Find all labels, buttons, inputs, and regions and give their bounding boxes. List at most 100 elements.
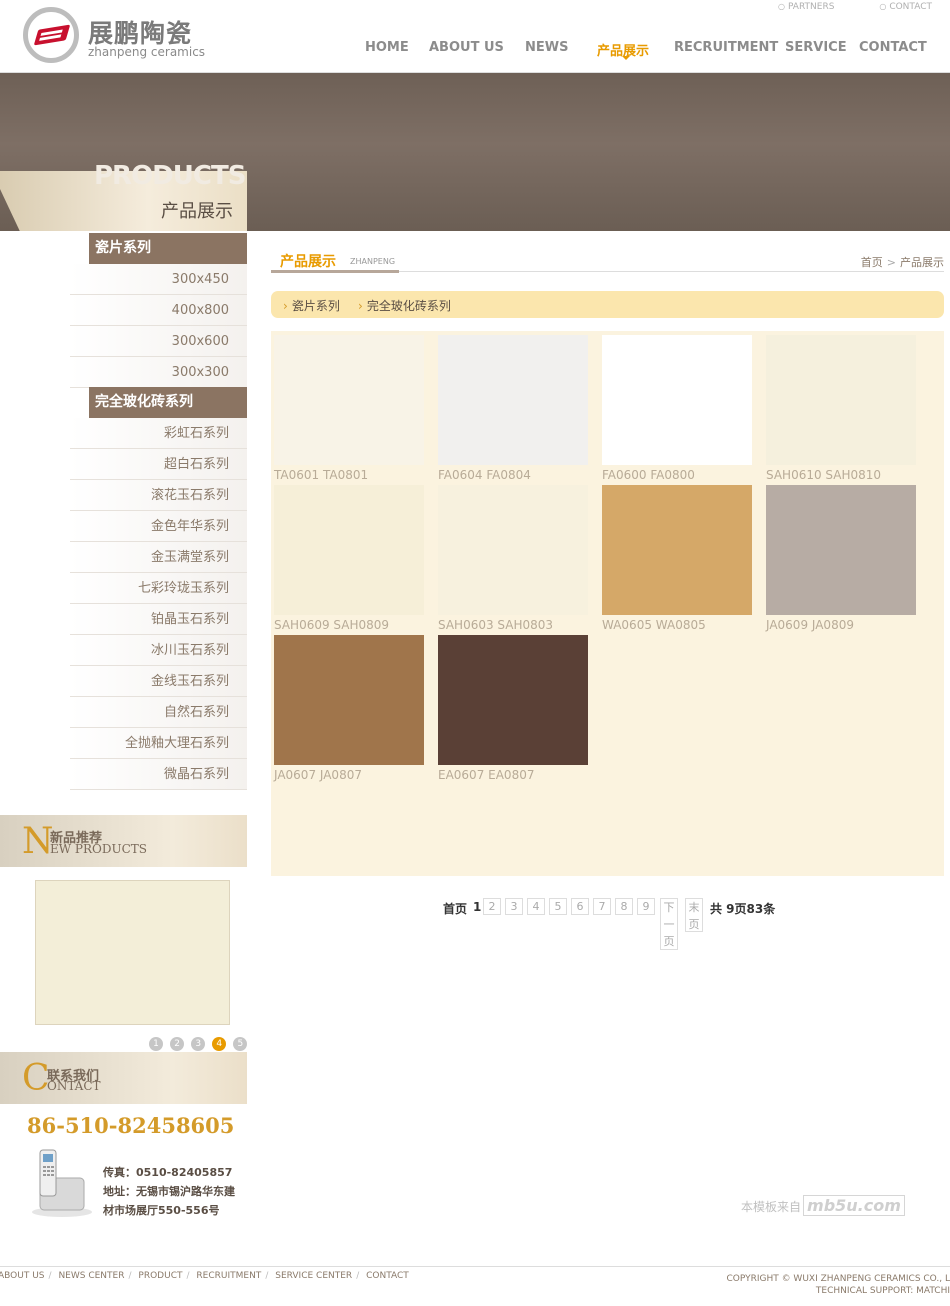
footer-link-service[interactable]: SERVICE CENTER bbox=[275, 1271, 352, 1281]
pager-first[interactable]: 首页 bbox=[443, 900, 467, 917]
pager-last[interactable]: 末页 bbox=[685, 898, 703, 932]
sidebar-item[interactable]: 微晶石系列 bbox=[70, 759, 247, 790]
section-title: 产品展示 ZHANPENG 首页 > 产品展示 bbox=[271, 246, 944, 273]
product-image[interactable] bbox=[274, 635, 424, 765]
new-product-image[interactable] bbox=[35, 880, 230, 1025]
footer-link-product[interactable]: PRODUCT bbox=[138, 1271, 182, 1281]
sidebar-item[interactable]: 300x450 bbox=[70, 264, 247, 295]
nav-contact[interactable]: CONTACT bbox=[859, 40, 927, 55]
sidebar-item[interactable]: 金线玉石系列 bbox=[70, 666, 247, 697]
slider-dot[interactable]: 2 bbox=[170, 1037, 185, 1051]
product-image[interactable] bbox=[274, 485, 424, 615]
sidebar-item[interactable]: 金玉满堂系列 bbox=[70, 542, 247, 573]
partners-link[interactable]: PARTNERS bbox=[778, 2, 834, 12]
contact-top-link[interactable]: CONTACT bbox=[879, 2, 932, 12]
product-image[interactable] bbox=[602, 335, 752, 465]
pager-page[interactable]: 4 bbox=[527, 898, 545, 915]
product-name[interactable]: JA0607 JA0807 bbox=[274, 768, 424, 782]
pager-page[interactable]: 5 bbox=[549, 898, 567, 915]
banner-title-en: PRODUCTS bbox=[94, 161, 246, 191]
product-name[interactable]: WA0605 WA0805 bbox=[602, 618, 752, 632]
product-card[interactable]: SAH0610 SAH0810 bbox=[766, 335, 916, 482]
telephone-icon bbox=[32, 1149, 92, 1217]
contact-letter: C bbox=[22, 1058, 50, 1099]
sidebar-item[interactable]: 自然石系列 bbox=[70, 697, 247, 728]
slider-dot[interactable]: 5 bbox=[233, 1037, 248, 1051]
section-title-cn: 产品展示 bbox=[280, 254, 336, 270]
nav-about-us[interactable]: ABOUT US bbox=[429, 40, 504, 55]
sidebar-item[interactable]: 七彩玲珑玉系列 bbox=[70, 573, 247, 604]
pager-page[interactable]: 3 bbox=[505, 898, 523, 915]
copyright: COPYRIGHT © WUXI ZHANPENG CERAMICS CO., … bbox=[726, 1273, 950, 1297]
banner-title-cn: 产品展示 bbox=[161, 201, 233, 222]
slider-dot-active[interactable]: 4 bbox=[212, 1037, 227, 1051]
new-products-letter: N bbox=[22, 821, 54, 862]
product-name[interactable]: SAH0610 SAH0810 bbox=[766, 468, 916, 482]
pager-total: 共 9页83条 bbox=[710, 902, 776, 916]
logo-icon[interactable] bbox=[23, 7, 79, 63]
sidebar-item[interactable]: 滚花玉石系列 bbox=[70, 480, 247, 511]
product-card[interactable]: TA0601 TA0801 bbox=[274, 335, 424, 482]
sidebar-item[interactable]: 400x800 bbox=[70, 295, 247, 326]
contact-title-en: ONTACT bbox=[47, 1079, 101, 1093]
product-image[interactable] bbox=[438, 635, 588, 765]
product-card[interactable]: JA0609 JA0809 bbox=[766, 485, 916, 632]
product-image[interactable] bbox=[274, 335, 424, 465]
logo-text-en[interactable]: zhanpeng ceramics bbox=[88, 45, 205, 59]
product-image[interactable] bbox=[766, 485, 916, 615]
sidebar-item[interactable]: 全抛釉大理石系列 bbox=[70, 728, 247, 759]
product-name[interactable]: EA0607 EA0807 bbox=[438, 768, 588, 782]
pager-page[interactable]: 6 bbox=[571, 898, 589, 915]
tab-vitrified[interactable]: 完全玻化砖系列 bbox=[358, 297, 451, 314]
product-card[interactable]: WA0605 WA0805 bbox=[602, 485, 752, 632]
slider-dot[interactable]: 1 bbox=[149, 1037, 163, 1051]
nav-service[interactable]: SERVICE bbox=[785, 40, 847, 55]
sidebar-category-vitrified[interactable]: 完全玻化砖系列 bbox=[89, 387, 247, 418]
product-name[interactable]: FA0604 FA0804 bbox=[438, 468, 588, 482]
product-name[interactable]: SAH0609 SAH0809 bbox=[274, 618, 424, 632]
product-card[interactable]: FA0604 FA0804 bbox=[438, 335, 588, 482]
product-name[interactable]: TA0601 TA0801 bbox=[274, 468, 424, 482]
footer-link-contact[interactable]: CONTACT bbox=[366, 1271, 409, 1281]
sidebar-item[interactable]: 300x300 bbox=[70, 357, 247, 388]
pager-page[interactable]: 7 bbox=[593, 898, 611, 915]
product-image[interactable] bbox=[766, 335, 916, 465]
sidebar-item[interactable]: 彩虹石系列 bbox=[70, 418, 247, 449]
product-card[interactable]: SAH0603 SAH0803 bbox=[438, 485, 588, 632]
product-image[interactable] bbox=[602, 485, 752, 615]
sidebar-item[interactable]: 300x600 bbox=[70, 326, 247, 357]
sidebar-item[interactable]: 超白石系列 bbox=[70, 449, 247, 480]
sidebar-item[interactable]: 金色年华系列 bbox=[70, 511, 247, 542]
nav-recruitment[interactable]: RECRUITMENT bbox=[674, 40, 778, 55]
tab-tiles[interactable]: 瓷片系列 bbox=[283, 297, 340, 314]
nav-products[interactable]: 产品展示 bbox=[597, 40, 649, 60]
footer-link-recruitment[interactable]: RECRUITMENT bbox=[196, 1271, 261, 1281]
pager-page[interactable]: 2 bbox=[483, 898, 501, 915]
product-card[interactable]: EA0607 EA0807 bbox=[438, 635, 588, 782]
breadcrumb-home[interactable]: 首页 bbox=[861, 256, 883, 269]
footer-link-news[interactable]: NEWS CENTER bbox=[58, 1271, 124, 1281]
product-card[interactable]: JA0607 JA0807 bbox=[274, 635, 424, 782]
breadcrumb-current: 产品展示 bbox=[900, 256, 944, 269]
pager-next[interactable]: 下一页 bbox=[660, 898, 678, 950]
nav-news[interactable]: NEWS bbox=[525, 40, 568, 55]
sidebar-category-tiles[interactable]: 瓷片系列 bbox=[89, 233, 247, 264]
product-name[interactable]: SAH0603 SAH0803 bbox=[438, 618, 588, 632]
product-image[interactable] bbox=[438, 485, 588, 615]
product-name[interactable]: JA0609 JA0809 bbox=[766, 618, 916, 632]
sidebar-item[interactable]: 铂晶玉石系列 bbox=[70, 604, 247, 635]
product-image[interactable] bbox=[438, 335, 588, 465]
pager-page[interactable]: 8 bbox=[615, 898, 633, 915]
slider-dot[interactable]: 3 bbox=[191, 1037, 206, 1051]
sidebar-item[interactable]: 冰川玉石系列 bbox=[70, 635, 247, 666]
top-links: PARTNERS CONTACT bbox=[736, 2, 932, 12]
breadcrumb-separator: > bbox=[886, 256, 896, 269]
pager-page[interactable]: 9 bbox=[637, 898, 655, 915]
contact-header: C 联系我们 ONTACT bbox=[0, 1052, 247, 1104]
nav-home[interactable]: HOME bbox=[365, 40, 409, 55]
product-name[interactable]: FA0600 FA0800 bbox=[602, 468, 752, 482]
product-card[interactable]: FA0600 FA0800 bbox=[602, 335, 752, 482]
footer-link-about[interactable]: ABOUT US bbox=[0, 1271, 45, 1281]
credit-brand[interactable]: mb5u.com bbox=[803, 1195, 905, 1216]
product-card[interactable]: SAH0609 SAH0809 bbox=[274, 485, 424, 632]
